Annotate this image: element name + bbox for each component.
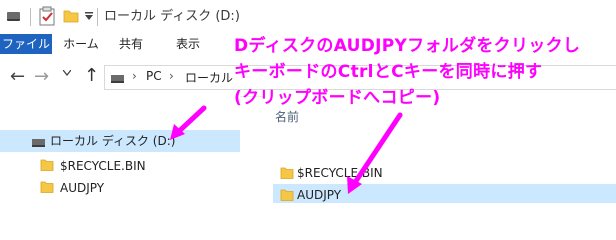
ribbon-tabs: ファイル ホーム 共有 表示 <box>0 34 616 56</box>
title-bar: ローカル ディスク (D:) <box>0 0 616 34</box>
separator <box>30 8 31 26</box>
drive-icon <box>111 75 124 83</box>
nav-item-label: ローカル ディスク (D:) <box>50 134 176 148</box>
navigation-pane: ローカル ディスク (D:) $RECYCLE.BIN AUDJPY <box>0 96 240 203</box>
tab-view[interactable]: 表示 <box>168 34 208 54</box>
drive-icon <box>32 139 45 147</box>
separator <box>97 8 98 26</box>
drive-icon[interactable] <box>7 12 20 21</box>
window-title: ローカル ディスク (D:) <box>104 9 240 24</box>
recent-locations-chevron-icon[interactable] <box>63 70 71 76</box>
breadcrumb-drive[interactable]: ローカル <box>185 69 233 86</box>
folder-icon <box>280 189 294 201</box>
forward-arrow-icon[interactable]: → <box>34 68 49 86</box>
explorer-window: ローカル ディスク (D:) ファイル ホーム 共有 表示 ← → ↑ › PC… <box>0 0 616 203</box>
tab-file[interactable]: ファイル <box>0 34 52 54</box>
folder-icon <box>40 159 54 171</box>
address-input[interactable]: › PC › ローカル <box>104 65 616 90</box>
chevron-right-icon[interactable]: › <box>169 69 174 83</box>
tab-home[interactable]: ホーム <box>60 34 102 54</box>
list-item-selected[interactable]: AUDJPY <box>273 184 616 203</box>
tab-share[interactable]: 共有 <box>114 34 148 54</box>
column-header-name[interactable]: 名前 <box>275 108 299 125</box>
file-name: AUDJPY <box>297 188 342 202</box>
properties-checkbox-icon[interactable] <box>39 6 56 26</box>
up-arrow-icon[interactable]: ↑ <box>84 67 99 85</box>
chevron-right-icon[interactable]: › <box>132 69 137 83</box>
nav-item-label: $RECYCLE.BIN <box>60 159 146 173</box>
file-name: $RECYCLE.BIN <box>297 166 383 180</box>
address-bar-row: ← → ↑ › PC › ローカル <box>0 56 616 97</box>
file-list: 名前 $RECYCLE.BIN AUDJPY <box>265 96 616 203</box>
folder-icon <box>280 167 294 179</box>
new-folder-icon[interactable] <box>63 8 79 24</box>
breadcrumb-pc[interactable]: PC <box>146 69 162 83</box>
quick-access-dropdown-icon[interactable] <box>85 11 93 21</box>
nav-item-label: AUDJPY <box>60 181 105 195</box>
list-item[interactable]: $RECYCLE.BIN <box>273 162 616 184</box>
folder-icon <box>40 181 54 193</box>
back-arrow-icon[interactable]: ← <box>10 68 25 86</box>
